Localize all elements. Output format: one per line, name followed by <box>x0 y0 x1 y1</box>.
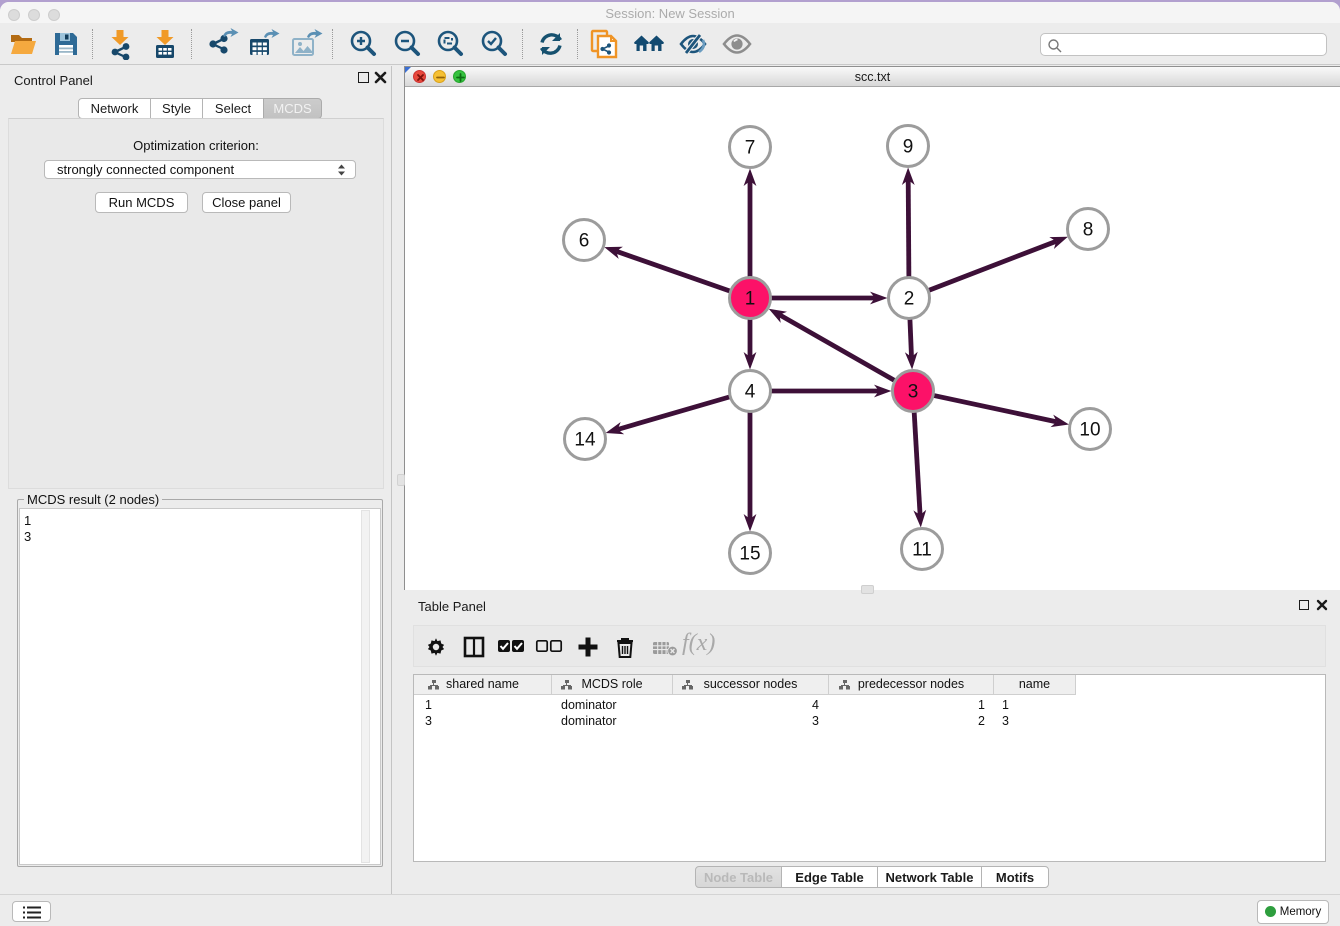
svg-text:10: 10 <box>1079 420 1100 441</box>
svg-text:7: 7 <box>745 138 756 159</box>
svg-text:14: 14 <box>574 430 596 451</box>
svg-text:3: 3 <box>908 382 919 403</box>
svg-text:11: 11 <box>912 540 932 561</box>
svg-text:15: 15 <box>739 544 760 565</box>
svg-text:4: 4 <box>745 382 756 403</box>
svg-text:6: 6 <box>579 231 590 252</box>
svg-text:2: 2 <box>904 289 915 310</box>
svg-text:9: 9 <box>903 137 914 158</box>
svg-text:8: 8 <box>1083 220 1094 241</box>
svg-text:1: 1 <box>745 289 756 310</box>
